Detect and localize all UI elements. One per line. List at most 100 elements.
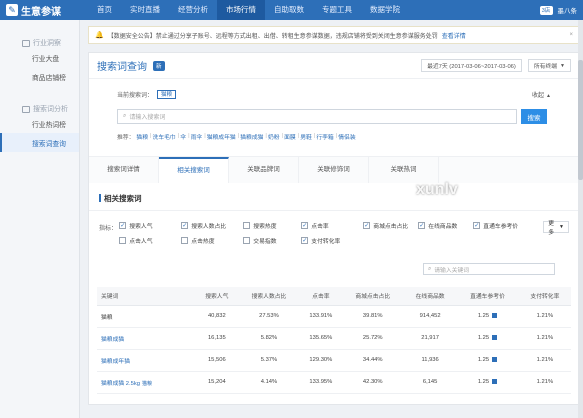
indicator-option-label: 点击人气 <box>129 239 153 245</box>
recommend-item[interactable]: 面膜 <box>284 132 296 141</box>
checkbox-icon[interactable] <box>181 237 189 244</box>
column-header[interactable]: 直通车参考价 <box>456 287 519 306</box>
column-header[interactable]: 搜索人气 <box>195 287 238 306</box>
nav-business-analysis[interactable]: 经营分析 <box>169 0 217 20</box>
indicator-option[interactable]: ✓ 点击率 <box>301 221 363 230</box>
indicator-option[interactable]: ✓ 直通车参考价 <box>473 221 535 230</box>
sidebar: 行业洞察 行业大盘 商品店铺榜 搜索词分析 行业热词榜 搜索词查询 <box>0 20 80 418</box>
checkbox-checked-icon[interactable]: ✓ <box>418 222 426 229</box>
table-row[interactable]: 猫粮成年猫 15,506 5.37% 129.30% 34.44% 11,936 1.25 1… <box>97 349 571 372</box>
top-navigation: ✎ 生意参谋 首页 实时直播 经营分析 市场行情 自助取数 专题工具 数据学院 … <box>0 0 583 20</box>
logo-text: 生意参谋 <box>21 6 61 18</box>
current-keyword-chip[interactable]: 猫粮 <box>157 89 177 99</box>
checkbox-checked-icon[interactable]: ✓ <box>363 222 371 229</box>
app-logo[interactable]: ✎ 生意参谋 <box>0 0 88 20</box>
scroll-thumb[interactable] <box>578 60 583 180</box>
collapse-label: 收起 <box>532 92 545 99</box>
keyword-filter-input[interactable]: ⌕ 请输入关键词 <box>423 263 555 275</box>
sidebar-item-keyword-query[interactable]: 搜索词查询 <box>0 133 79 152</box>
search-analysis-icon <box>22 105 30 113</box>
checkbox-icon[interactable] <box>243 222 251 229</box>
value-cell: 1.21% <box>536 357 554 363</box>
table-row[interactable]: 猫粮成猫 16,135 5.82% 135.65% 25.72% 21,917 1.25 1.… <box>97 327 571 350</box>
close-icon[interactable]: × <box>569 32 573 38</box>
indicator-option[interactable]: ✓ 搜索人气 <box>119 221 181 230</box>
value-cell: 133.91% <box>309 313 333 319</box>
indicator-option[interactable]: 点击热度 <box>181 236 243 245</box>
indicator-option[interactable]: ✓ 在线商品数 <box>418 221 473 230</box>
indicator-option-label: 搜索热度 <box>253 224 277 230</box>
search-input[interactable]: ⌕ 请输入搜索词 <box>117 109 517 124</box>
sidebar-item-hot-words[interactable]: 行业热词榜 <box>0 114 79 133</box>
table-row[interactable]: 猫粮成猫 2.5kg 猫粮 15,204 4.14% 133.95% 42.30% 6,14… <box>97 371 571 394</box>
recommend-item[interactable]: 猫粮 <box>136 132 148 141</box>
value-cell: 5.37% <box>260 357 278 363</box>
value-cell: 40,832 <box>207 313 226 319</box>
sidebar-group-label: 搜索词分析 <box>33 106 68 113</box>
tab-related-modifiers[interactable]: 关联修饰词 <box>299 157 369 183</box>
tab-keyword-detail[interactable]: 搜索词详情 <box>89 157 159 183</box>
table-row[interactable]: 猫粮 40,832 27.53% 133.91% 39.81% 914,452 1.25 1.… <box>97 305 571 328</box>
recommend-item[interactable]: 情侣装 <box>338 132 355 141</box>
checkbox-checked-icon[interactable]: ✓ <box>119 222 127 229</box>
tab-related-hotwords[interactable]: 关联热词 <box>369 157 439 183</box>
search-button[interactable]: 搜索 <box>521 109 547 124</box>
nav-self-service[interactable]: 自助取数 <box>265 0 313 20</box>
recommend-item[interactable]: 男鞋 <box>300 132 312 141</box>
device-select[interactable]: 所有终端 ▼ <box>527 59 571 72</box>
checkbox-checked-icon[interactable]: ✓ <box>181 222 189 229</box>
tab-related-brands[interactable]: 关联品牌词 <box>229 157 299 183</box>
tab-related-keywords[interactable]: 相关搜索词 <box>159 157 229 183</box>
indicator-option[interactable]: ✓ 商城点击占比 <box>363 221 418 230</box>
recommend-item[interactable]: 洗车毛巾 <box>153 132 176 141</box>
notice-details-link[interactable]: 查看详情 <box>442 31 466 40</box>
trend-icon[interactable] <box>492 335 498 340</box>
checkbox-checked-icon[interactable]: ✓ <box>301 237 309 244</box>
column-header[interactable]: 搜索人数占比 <box>237 287 301 306</box>
checkbox-checked-icon[interactable]: ✓ <box>301 222 309 229</box>
indicator-option[interactable]: ✓ 搜索人数占比 <box>181 221 243 230</box>
recommend-item[interactable]: 猫粮成猫 <box>240 132 263 141</box>
trend-icon[interactable] <box>492 313 498 318</box>
sidebar-item-industry-overview[interactable]: 行业大盘 <box>0 48 79 67</box>
recommend-item[interactable]: 猫粮成年猫 <box>207 132 236 141</box>
page-scrollbar[interactable] <box>578 20 583 418</box>
sidebar-item-product-ranking[interactable]: 商品店铺榜 <box>0 67 79 86</box>
nav-realtime[interactable]: 实时直播 <box>121 0 169 20</box>
checkbox-checked-icon[interactable]: ✓ <box>473 222 481 229</box>
store-badge[interactable]: 3店 <box>539 5 553 15</box>
indicator-option[interactable]: 点击人气 <box>119 236 181 245</box>
column-header[interactable]: 支付转化率 <box>518 287 571 306</box>
keyword-cell: 猫粮成猫 <box>101 336 125 343</box>
indicator-option[interactable]: ✓ 支付转化率 <box>301 236 363 245</box>
more-indicators-button[interactable]: 更多 ▼ <box>543 221 569 236</box>
recommend-item[interactable]: 伞 <box>180 132 186 141</box>
recommend-item[interactable]: 奶粉 <box>268 132 280 141</box>
column-header[interactable]: 在线商品数 <box>404 287 457 306</box>
nav-academy[interactable]: 数据学院 <box>361 0 409 20</box>
nav-home[interactable]: 首页 <box>88 0 121 20</box>
security-notice: 🔔 【数据安全公告】禁止通过分享子账号、远程等方式出租、出借、转租生意参谋数据，… <box>88 26 580 44</box>
user-name[interactable]: 墨八条 <box>558 5 578 15</box>
collapse-toggle[interactable]: 收起 ▲ <box>532 90 551 99</box>
recommend-item[interactable]: 雨伞 <box>191 132 203 141</box>
indicator-option[interactable]: 交易指数 <box>243 236 301 245</box>
column-header[interactable]: 商城点击占比 <box>341 287 405 306</box>
recommend-item[interactable]: 行李箱 <box>316 132 333 141</box>
column-header[interactable]: 点击率 <box>300 287 342 306</box>
section-bar <box>99 194 101 202</box>
checkbox-icon[interactable] <box>243 237 251 244</box>
column-header[interactable]: 关键词 <box>97 287 196 306</box>
checkbox-icon[interactable] <box>119 237 127 244</box>
date-range-picker[interactable]: 最近7天 (2017-03-06~2017-03-06) <box>421 59 522 72</box>
indicator-option[interactable]: 搜索热度 <box>243 221 301 230</box>
search-icon: ⌕ <box>123 113 127 119</box>
trend-icon[interactable] <box>492 357 498 362</box>
analysis-tabs: 搜索词详情 相关搜索词 关联品牌词 关联修饰词 关联热词 <box>89 156 579 183</box>
value-cell: 6,145 <box>422 379 438 385</box>
page-title: 搜索词查询 <box>97 62 147 73</box>
recommend-label: 推荐： <box>117 134 135 141</box>
nav-market[interactable]: 市场行情 <box>217 0 265 20</box>
trend-icon[interactable] <box>492 379 498 384</box>
nav-tools[interactable]: 专题工具 <box>313 0 361 20</box>
